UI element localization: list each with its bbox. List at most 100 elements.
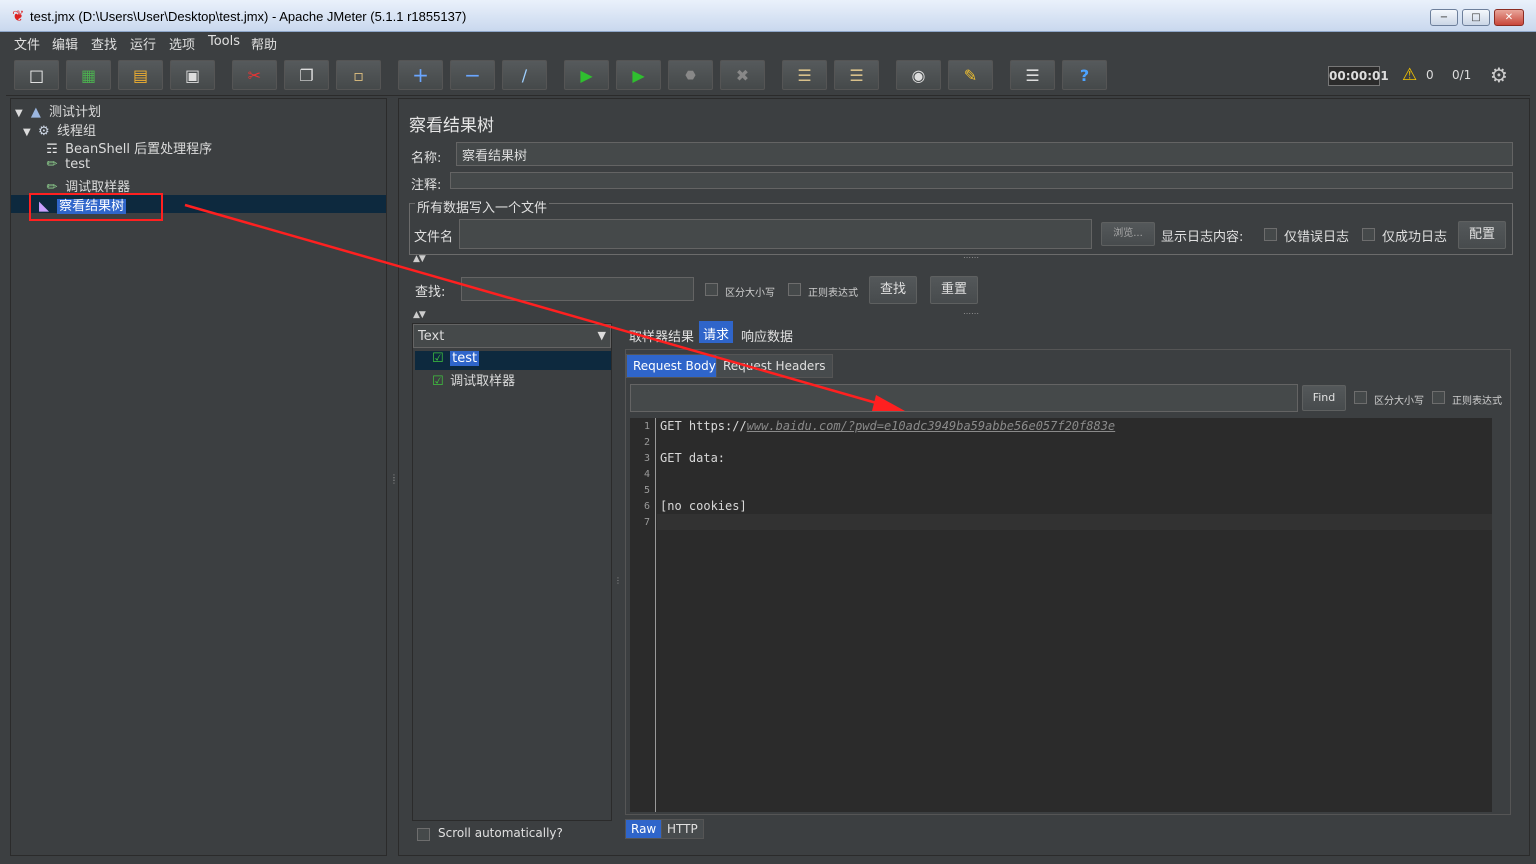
cut-button[interactable]: ✂ (232, 60, 277, 90)
copy-button[interactable]: ❐ (284, 60, 329, 90)
toggle-icon: ∕ (521, 65, 528, 85)
shutdown-button[interactable]: ✖ (720, 60, 765, 90)
tab-request-headers[interactable]: Request Headers (716, 354, 833, 378)
current-line-highlight (657, 514, 1492, 530)
errors-only-label: 仅错误日志 (1284, 230, 1350, 245)
expand-button[interactable]: + (398, 60, 443, 90)
regex-checkbox[interactable] (788, 283, 801, 296)
paste-icon: ▫ (353, 65, 364, 85)
expand-toggle-icon[interactable]: ▼ (23, 127, 31, 138)
menu-run[interactable]: 运行 (130, 34, 156, 53)
success-only-checkbox[interactable] (1362, 228, 1375, 241)
sample-results-list: Text ▼ ☑ test ☑ 调试取样器 (412, 323, 612, 821)
start-no-pause-button[interactable]: ▶ (616, 60, 661, 90)
collapse-button[interactable]: − (450, 60, 495, 90)
open-button[interactable]: ▤ (118, 60, 163, 90)
menu-edit[interactable]: 编辑 (52, 34, 78, 53)
results-splitter[interactable]: ⋮ (613, 323, 622, 843)
text-find-input[interactable] (630, 384, 1298, 412)
browse-button[interactable]: 浏览... (1101, 222, 1155, 246)
result-item-test[interactable]: ☑ test (415, 351, 611, 370)
tree-item-debug-sampler[interactable]: ✏ 调试取样器 (43, 176, 131, 195)
remote-engine-icon[interactable]: ⚙ (1490, 63, 1508, 87)
tree-item-label: 线程组 (56, 124, 96, 139)
menu-tools[interactable]: Tools (208, 34, 240, 49)
menu-help[interactable]: 帮助 (251, 34, 277, 53)
find-button[interactable]: Find (1302, 385, 1346, 411)
tab-request[interactable]: 请求 (699, 321, 734, 343)
request-subpanel: Request Body Request Headers Find 区分大小写 … (625, 349, 1511, 815)
minimize-button[interactable]: − (1430, 9, 1458, 26)
stop-button[interactable]: ⬣ (668, 60, 713, 90)
view-results-tree-panel: 察看结果树 名称: 察看结果树 注释: 所有数据写入一个文件 文件名 浏览...… (398, 98, 1530, 856)
annotation-highlight-box (29, 193, 163, 221)
tree-item-beanshell[interactable]: ☶ BeanShell 后置处理程序 (43, 138, 212, 157)
tab-response-data[interactable]: 响应数据 (737, 323, 797, 345)
tab-raw[interactable]: Raw (625, 819, 663, 839)
menu-file[interactable]: 文件 (14, 34, 40, 53)
paste-button[interactable]: ▫ (336, 60, 381, 90)
reset-search-button[interactable]: ✎ (948, 60, 993, 90)
open-folder-icon: ▤ (132, 65, 149, 85)
reset-button[interactable]: 重置 (930, 276, 978, 304)
code-text: [no cookies] (660, 499, 747, 513)
binoculars-icon: ◉ (911, 65, 926, 85)
name-field[interactable]: 察看结果树 (456, 142, 1513, 166)
tab-sampler-result[interactable]: 取样器结果 (625, 323, 698, 345)
vertical-splitter[interactable]: ⋮ ⋮ (389, 98, 398, 856)
page-title: 察看结果树 (409, 116, 494, 136)
toggle-button[interactable]: ∕ (502, 60, 547, 90)
find-regex-checkbox[interactable] (1432, 391, 1445, 404)
result-item-debug-sampler[interactable]: ☑ 调试取样器 (415, 370, 515, 389)
vertical-scrollbar[interactable] (1494, 418, 1508, 812)
tree-item-label: 测试计划 (48, 105, 101, 120)
list-icon: ☰ (1025, 65, 1040, 85)
comment-field[interactable] (450, 172, 1513, 189)
line-number: 1 (643, 421, 650, 432)
request-body-editor[interactable]: 1 2 3 4 5 6 7 GET https://www.baidu.com/… (630, 418, 1492, 812)
renderer-select[interactable]: Text ▼ (413, 324, 611, 348)
expand-toggle-icon[interactable]: ▼ (15, 108, 23, 119)
success-shield-icon: ☑ (432, 351, 444, 366)
scroll-automatically-checkbox[interactable] (417, 828, 430, 841)
horizontal-splitter-1[interactable]: ▲▼ ⋯⋯ (409, 253, 1523, 265)
splitter-arrows-icon[interactable]: ▲▼ (413, 254, 426, 264)
request-url-link[interactable]: www.baidu.com/?pwd=e10adc3949ba59abbe56e… (747, 419, 1115, 433)
configure-button[interactable]: 配置 (1458, 221, 1506, 249)
templates-icon: ▦ (80, 65, 97, 85)
menu-options[interactable]: 选项 (169, 34, 195, 53)
search-label: 查找: (415, 285, 446, 300)
templates-button[interactable]: ▦ (66, 60, 111, 90)
tab-request-body[interactable]: Request Body (626, 354, 723, 378)
line-number: 3 (643, 453, 650, 464)
close-button[interactable]: ✕ (1494, 9, 1524, 26)
errors-only-checkbox[interactable] (1264, 228, 1277, 241)
new-button[interactable]: □ (14, 60, 59, 90)
save-button[interactable]: ▣ (170, 60, 215, 90)
function-helper-button[interactable]: ☰ (1010, 60, 1055, 90)
warning-icon[interactable]: ⚠ (1402, 65, 1417, 85)
find-case-sensitive-checkbox[interactable] (1354, 391, 1367, 404)
search-button[interactable]: ◉ (896, 60, 941, 90)
splitter-arrows-icon[interactable]: ▲▼ (413, 310, 426, 320)
sampler-icon: ✏ (46, 157, 58, 172)
start-button[interactable]: ▶ (564, 60, 609, 90)
menu-search[interactable]: 查找 (91, 34, 117, 53)
broom-clear-all-icon: ☰ (849, 65, 864, 85)
tree-item-test[interactable]: ✏ test (43, 157, 91, 175)
new-file-icon: □ (28, 65, 45, 85)
tree-item-thread-group[interactable]: ▼ ⚙ 线程组 (23, 120, 96, 139)
maximize-button[interactable]: □ (1462, 9, 1490, 26)
search-submit-button[interactable]: 查找 (869, 276, 917, 304)
tab-http[interactable]: HTTP (661, 819, 704, 839)
help-button[interactable]: ? (1062, 60, 1107, 90)
script-icon: ☶ (46, 142, 58, 157)
filename-input[interactable] (459, 219, 1092, 249)
help-icon: ? (1079, 65, 1090, 85)
tree-item-test-plan[interactable]: ▼ ▲ 测试计划 (15, 101, 101, 120)
clear-all-button[interactable]: ☰ (834, 60, 879, 90)
case-sensitive-checkbox[interactable] (705, 283, 718, 296)
horizontal-splitter-2[interactable]: ▲▼ ⋯⋯ (409, 309, 1523, 321)
search-input[interactable] (461, 277, 694, 301)
clear-button[interactable]: ☰ (782, 60, 827, 90)
